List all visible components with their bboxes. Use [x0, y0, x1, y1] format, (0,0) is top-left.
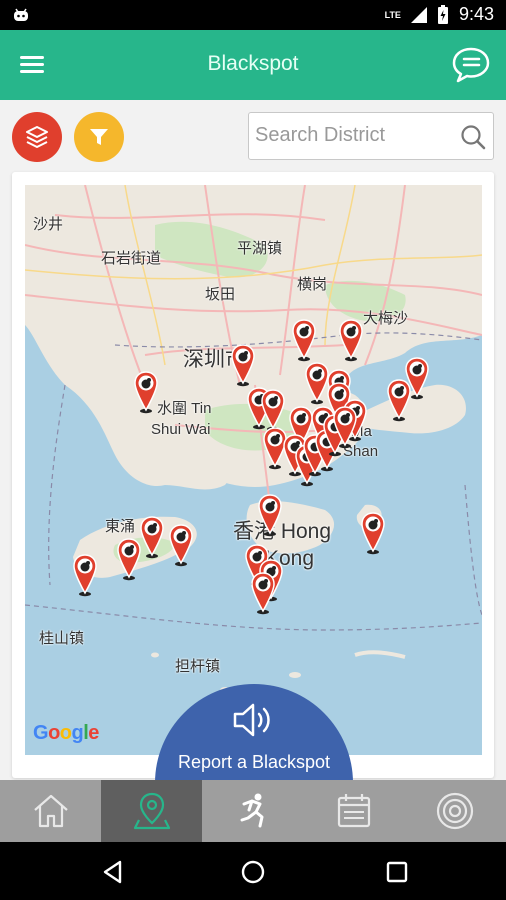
blackspot-marker[interactable] — [257, 493, 283, 537]
home-circle-icon[interactable] — [240, 859, 266, 885]
network-type: LTE — [384, 9, 401, 20]
map-label: 水圍 Tin — [157, 400, 212, 417]
tab-activity[interactable] — [202, 780, 303, 842]
layers-button[interactable] — [12, 112, 62, 162]
filter-icon — [90, 129, 108, 145]
map-pin-icon — [133, 792, 170, 830]
map-view[interactable]: 沙井 石岩街道 平湖镇 横岗 坂田 大梅沙 深圳市 水圍 Tin Shui Wa… — [25, 185, 482, 755]
search-box — [248, 112, 494, 160]
system-navigation — [0, 842, 506, 900]
blackspot-marker[interactable] — [72, 553, 98, 597]
blackspot-marker[interactable] — [168, 523, 194, 567]
map-label: 平湖镇 — [237, 240, 283, 257]
report-button-label: Report a Blackspot — [177, 752, 331, 772]
bottom-navigation — [0, 780, 506, 842]
blackspot-marker[interactable] — [386, 378, 412, 422]
map-label: 大梅沙 — [363, 310, 409, 327]
map-label: 担杆镇 — [175, 658, 221, 675]
target-icon — [437, 792, 474, 830]
search-icon[interactable] — [459, 123, 487, 151]
tab-calendar[interactable] — [304, 780, 405, 842]
map-label: 横岗 — [297, 276, 328, 293]
map-label: 石岩街道 — [101, 250, 162, 267]
signal-icon — [410, 6, 427, 23]
layers-icon — [26, 126, 48, 148]
map-label: Shui Wai — [151, 421, 211, 438]
battery-icon — [437, 4, 448, 24]
blackspot-marker[interactable] — [291, 318, 317, 362]
tab-target[interactable] — [405, 780, 506, 842]
blackspot-marker[interactable] — [338, 318, 364, 362]
filter-button[interactable] — [74, 112, 124, 162]
home-icon — [33, 794, 68, 828]
app-bar: Blackspot — [0, 30, 506, 100]
blackspot-marker[interactable] — [116, 537, 142, 581]
blackspot-marker[interactable] — [139, 515, 165, 559]
tab-home[interactable] — [0, 780, 101, 842]
runner-icon — [240, 793, 264, 828]
map-base — [25, 185, 482, 693]
page-title: Blackspot — [207, 52, 299, 75]
clock: 9:43 — [458, 4, 494, 24]
blackspot-marker[interactable] — [230, 343, 256, 387]
blackspot-marker[interactable] — [360, 511, 386, 555]
calendar-icon — [338, 794, 371, 828]
map-label: 桂山镇 — [39, 630, 85, 647]
map-label: 沙井 — [33, 216, 64, 233]
map-label: 坂田 — [205, 286, 236, 303]
recents-icon[interactable] — [384, 859, 410, 885]
google-logo: Google — [33, 722, 99, 744]
speaker-icon — [233, 703, 270, 737]
tab-map[interactable] — [101, 780, 203, 842]
blackspot-marker[interactable] — [133, 370, 159, 414]
chat-icon[interactable] — [450, 44, 492, 86]
map-label: 東涌 — [105, 518, 136, 535]
blackspot-marker[interactable] — [250, 571, 276, 615]
status-bar: LTE 9:43 — [0, 0, 506, 30]
back-icon[interactable] — [100, 859, 126, 885]
android-icon — [14, 8, 28, 21]
blackspot-marker[interactable] — [332, 405, 358, 449]
map-controls — [0, 100, 506, 172]
search-input[interactable] — [249, 113, 449, 157]
